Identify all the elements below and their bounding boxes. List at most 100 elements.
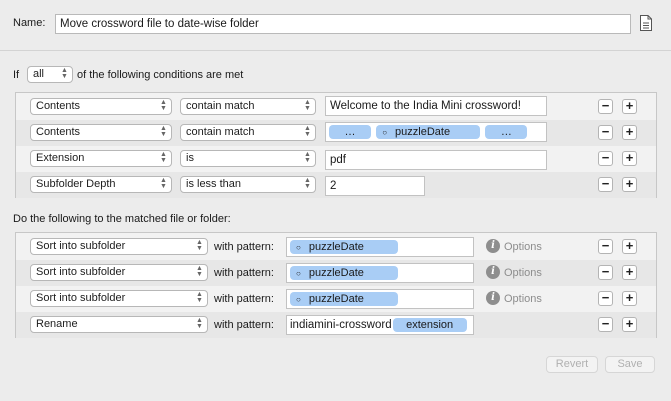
pattern-field[interactable]: ○ puzzleDate — [286, 263, 474, 283]
chevron-updown-icon: ▲ ▼ — [160, 177, 167, 190]
remove-action-button[interactable]: − — [598, 265, 613, 280]
save-button[interactable]: Save — [605, 356, 655, 373]
chevron-updown-icon: ▲ ▼ — [304, 99, 311, 112]
remove-action-button[interactable]: − — [598, 317, 613, 332]
add-condition-button[interactable]: + — [622, 151, 637, 166]
chevron-updown-icon: ▲ ▼ — [304, 177, 311, 190]
chevron-updown-icon: ▲ ▼ — [196, 291, 203, 304]
action-type-select[interactable]: Sort into subfolder ▲ ▼ — [30, 264, 208, 281]
match-mode-value: all — [33, 68, 45, 80]
action-row: Sort into subfolder ▲ ▼ with pattern: ○ pu… — [16, 286, 656, 312]
condition-operator-select[interactable]: contain match ▲ ▼ — [180, 98, 316, 115]
add-action-button[interactable]: + — [622, 265, 637, 280]
token-label: puzzleDate — [308, 267, 364, 279]
options-label[interactable]: Options — [504, 267, 542, 279]
if-label: If — [13, 69, 20, 81]
chevron-updown-icon: ▲ ▼ — [304, 151, 311, 164]
token-extension[interactable]: extension — [392, 318, 467, 332]
condition-attribute-value: Subfolder Depth — [36, 178, 116, 190]
token-label: puzzleDate — [308, 293, 364, 305]
options-label[interactable]: Options — [504, 241, 542, 253]
condition-attribute-select[interactable]: Contents ▲ ▼ — [30, 98, 172, 115]
condition-operator-value: is — [186, 152, 194, 164]
pattern-label: with pattern: — [214, 241, 274, 253]
action-row: Sort into subfolder ▲ ▼ with pattern: ○ pu… — [16, 234, 656, 260]
token-wildcard[interactable]: … — [485, 125, 528, 139]
add-action-button[interactable]: + — [622, 239, 637, 254]
conditions-suffix: of the following conditions are met — [77, 69, 244, 81]
name-label: Name: — [13, 17, 46, 29]
name-field[interactable]: Move crossword file to date-wise folder — [55, 14, 631, 34]
token-puzzledate[interactable]: ○ puzzleDate — [290, 240, 398, 254]
pattern-prefix: indiamini-crossword — [290, 319, 392, 331]
action-type-value: Sort into subfolder — [36, 240, 126, 252]
action-type-value: Sort into subfolder — [36, 292, 126, 304]
pattern-label: with pattern: — [214, 293, 274, 305]
chevron-updown-icon: ▲ ▼ — [196, 239, 203, 252]
condition-attribute-value: Contents — [36, 100, 81, 112]
condition-row: Extension ▲ ▼ is ▲ ▼ pdf − + — [16, 146, 656, 172]
add-condition-button[interactable]: + — [622, 99, 637, 114]
condition-row: Subfolder Depth ▲ ▼ is less than ▲ ▼ 2 − + — [16, 172, 656, 198]
condition-value-field[interactable]: 2 — [325, 176, 425, 196]
action-type-select[interactable]: Sort into subfolder ▲ ▼ — [30, 238, 208, 255]
condition-value-field[interactable]: pdf — [325, 150, 547, 170]
token-dot-icon: ○ — [382, 128, 388, 137]
document-icon[interactable] — [639, 14, 653, 32]
chevron-updown-icon: ▲ ▼ — [160, 151, 167, 164]
condition-attribute-select[interactable]: Subfolder Depth ▲ ▼ — [30, 176, 172, 193]
token-dot-icon: ○ — [296, 243, 301, 252]
add-action-button[interactable]: + — [622, 317, 637, 332]
token-puzzledate[interactable]: ○ puzzleDate — [290, 292, 398, 306]
pattern-field[interactable]: indiamini-crossword extension — [286, 315, 474, 335]
info-icon[interactable]: i — [486, 265, 500, 279]
condition-attribute-value: Extension — [36, 152, 85, 164]
options-label[interactable]: Options — [504, 293, 542, 305]
remove-action-button[interactable]: − — [598, 291, 613, 306]
remove-condition-button[interactable]: − — [598, 99, 613, 114]
info-icon[interactable]: i — [486, 291, 500, 305]
token-dot-icon: ○ — [296, 269, 301, 278]
remove-action-button[interactable]: − — [598, 239, 613, 254]
pattern-label: with pattern: — [214, 319, 274, 331]
info-icon[interactable]: i — [486, 239, 500, 253]
chevron-updown-icon: ▲ ▼ — [61, 67, 68, 80]
token-wildcard[interactable]: … — [329, 125, 371, 139]
action-type-select[interactable]: Sort into subfolder ▲ ▼ — [30, 290, 208, 307]
chevron-updown-icon: ▲ ▼ — [196, 265, 203, 278]
condition-token-field[interactable]: … ○ puzzleDate … — [325, 122, 547, 142]
condition-attribute-select[interactable]: Contents ▲ ▼ — [30, 124, 172, 141]
chevron-updown-icon: ▲ ▼ — [160, 125, 167, 138]
action-row: Rename ▲ ▼ with pattern: indiamini-crossw… — [16, 312, 656, 338]
pattern-label: with pattern: — [214, 267, 274, 279]
condition-attribute-select[interactable]: Extension ▲ ▼ — [30, 150, 172, 167]
actions-box: Sort into subfolder ▲ ▼ with pattern: ○ pu… — [15, 232, 657, 338]
condition-operator-value: is less than — [186, 178, 242, 190]
add-condition-button[interactable]: + — [622, 125, 637, 140]
condition-operator-value: contain match — [186, 100, 255, 112]
pattern-field[interactable]: ○ puzzleDate — [286, 289, 474, 309]
condition-row: Contents ▲ ▼ contain match ▲ ▼ … ○ puzzleDa… — [16, 120, 656, 146]
add-action-button[interactable]: + — [622, 291, 637, 306]
condition-operator-select[interactable]: is ▲ ▼ — [180, 150, 316, 167]
token-puzzledate[interactable]: ○ puzzleDate — [290, 266, 398, 280]
conditions-box: Contents ▲ ▼ contain match ▲ ▼ Welcome to … — [15, 92, 657, 198]
token-puzzledate[interactable]: ○ puzzleDate — [376, 125, 481, 139]
condition-value-field[interactable]: Welcome to the India Mini crossword! — [325, 96, 547, 116]
token-label: puzzleDate — [308, 241, 364, 253]
remove-condition-button[interactable]: − — [598, 151, 613, 166]
condition-operator-value: contain match — [186, 126, 255, 138]
action-type-select[interactable]: Rename ▲ ▼ — [30, 316, 208, 333]
token-dot-icon: ○ — [296, 295, 301, 304]
pattern-field[interactable]: ○ puzzleDate — [286, 237, 474, 257]
remove-condition-button[interactable]: − — [598, 125, 613, 140]
revert-button[interactable]: Revert — [546, 356, 598, 373]
chevron-updown-icon: ▲ ▼ — [160, 99, 167, 112]
add-condition-button[interactable]: + — [622, 177, 637, 192]
match-mode-select[interactable]: all ▲ ▼ — [27, 66, 73, 83]
condition-operator-select[interactable]: is less than ▲ ▼ — [180, 176, 316, 193]
condition-row: Contents ▲ ▼ contain match ▲ ▼ Welcome to … — [16, 94, 656, 120]
condition-operator-select[interactable]: contain match ▲ ▼ — [180, 124, 316, 141]
remove-condition-button[interactable]: − — [598, 177, 613, 192]
token-label: puzzleDate — [395, 126, 451, 138]
